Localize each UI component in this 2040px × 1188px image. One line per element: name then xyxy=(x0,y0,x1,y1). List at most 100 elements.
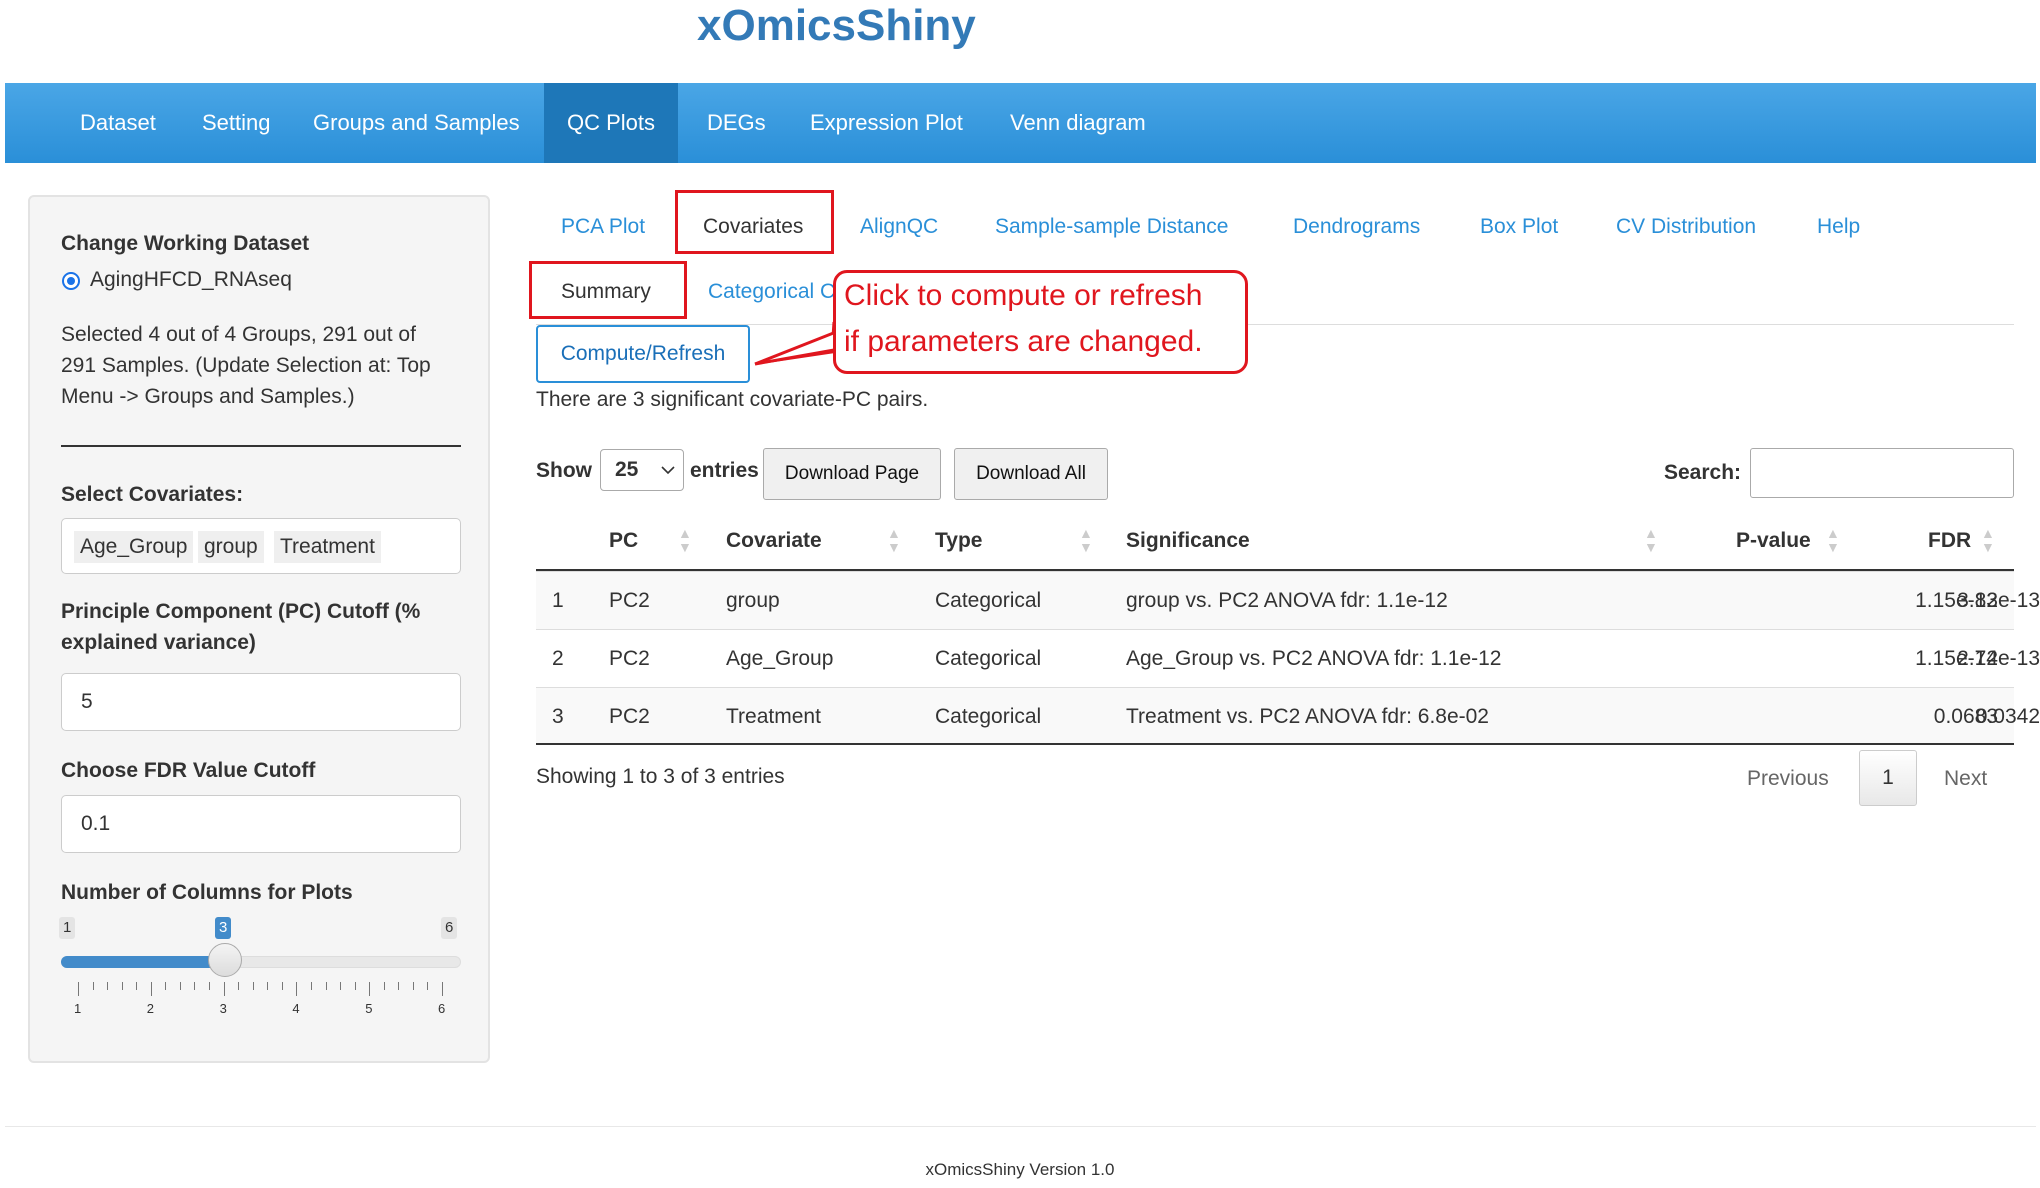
nav-item-degs[interactable]: DEGs xyxy=(684,83,789,163)
sort-icon: ▲ ▼ xyxy=(1826,525,1840,555)
cell-significance: group vs. PC2 ANOVA fdr: 1.1e-12 xyxy=(1126,589,1448,612)
slider-fill xyxy=(61,956,224,968)
tab-help[interactable]: Help xyxy=(1817,205,1860,249)
top-navbar: Dataset Setting Groups and Samples QC Pl… xyxy=(5,83,2036,163)
cell-significance: Treatment vs. PC2 ANOVA fdr: 6.8e-02 xyxy=(1126,705,1489,728)
slider-minor-tick xyxy=(179,982,181,990)
callout-box: Click to compute or refresh if parameter… xyxy=(833,270,1248,374)
tab-dendrograms[interactable]: Dendrograms xyxy=(1293,205,1420,249)
download-all-button[interactable]: Download All xyxy=(954,448,1108,500)
slider-minor-tick xyxy=(107,982,109,990)
pc-cutoff-label-line-1: Principle Component (PC) Cutoff (% xyxy=(61,600,421,623)
selection-info-line-3: Menu -> Groups and Samples.) xyxy=(61,385,355,408)
column-header-covariate[interactable]: Covariate xyxy=(726,521,822,561)
footer-divider xyxy=(5,1126,2036,1127)
table-footer-border xyxy=(536,743,2014,745)
compute-refresh-button[interactable]: Compute/Refresh xyxy=(536,325,750,383)
nav-item-expression-plot[interactable]: Expression Plot xyxy=(787,83,986,163)
pagination-page-1[interactable]: 1 xyxy=(1859,750,1917,806)
cell-fdr: 0.0683 xyxy=(1933,705,1998,728)
nav-item-qc-plots[interactable]: QC Plots xyxy=(544,83,679,163)
dataset-radio[interactable] xyxy=(62,272,80,290)
slider-min-label: 1 xyxy=(59,917,76,939)
slider-tick-label: 6 xyxy=(438,1001,446,1016)
covariate-chip-age-group[interactable]: Age_Group xyxy=(74,531,194,563)
download-page-button[interactable]: Download Page xyxy=(763,448,941,500)
sidebar-panel: Change Working Dataset AgingHFCD_RNAseq … xyxy=(28,195,490,1063)
entries-label: entries xyxy=(690,459,759,482)
fdr-cutoff-input[interactable]: 0.1 xyxy=(61,795,461,853)
slider-minor-tick xyxy=(121,982,123,990)
pagination-previous[interactable]: Previous xyxy=(1747,764,1829,794)
cell-covariate: Age_Group xyxy=(726,647,834,670)
cell-type: Categorical xyxy=(935,705,1042,728)
tab-summary[interactable]: Summary xyxy=(561,270,651,314)
cell-type: Categorical xyxy=(935,647,1042,670)
selection-info-line-1: Selected 4 out of 4 Groups, 291 out of xyxy=(61,323,416,346)
pagination-next[interactable]: Next xyxy=(1944,764,1987,794)
tab-covariates[interactable]: Covariates xyxy=(703,205,803,249)
sort-icon: ▲ ▼ xyxy=(1981,525,1995,555)
sort-icon: ▲ ▼ xyxy=(1644,525,1658,555)
nav-item-groups-and-samples[interactable]: Groups and Samples xyxy=(290,83,543,163)
slider-major-tick xyxy=(150,982,152,996)
search-label: Search: xyxy=(1664,461,1742,484)
slider-minor-tick xyxy=(354,982,356,990)
selection-info-line-2: 291 Samples. (Update Selection at: Top xyxy=(61,354,431,377)
tab-box-plot[interactable]: Box Plot xyxy=(1480,205,1558,249)
cell-pc: PC2 xyxy=(609,589,650,612)
chevron-down-icon xyxy=(661,466,675,475)
footer-version: xOmicsShiny Version 1.0 xyxy=(925,1160,1115,1179)
slider-minor-tick xyxy=(383,982,385,990)
covariates-label: Select Covariates: xyxy=(61,483,244,506)
column-header-p-value[interactable]: P-value xyxy=(1736,521,1811,561)
covariate-chip-treatment[interactable]: Treatment xyxy=(274,531,381,563)
column-header-type[interactable]: Type xyxy=(935,521,982,561)
slider-major-tick xyxy=(78,982,79,996)
table-row[interactable]: 2 PC2 Age_Group Categorical Age_Group vs… xyxy=(536,629,2040,687)
table-row[interactable]: 1 PC2 group Categorical group vs. PC2 AN… xyxy=(536,571,2040,629)
cell-fdr: 1.15e-12 xyxy=(1915,589,1998,612)
dataset-option-label[interactable]: AgingHFCD_RNAseq xyxy=(90,264,292,295)
tab-alignqc[interactable]: AlignQC xyxy=(860,205,938,249)
sort-icon: ▲ ▼ xyxy=(1079,525,1093,555)
slider-minor-tick xyxy=(209,982,211,990)
table-row[interactable]: 3 PC2 Treatment Categorical Treatment vs… xyxy=(536,687,2040,745)
cell-covariate: group xyxy=(726,589,780,612)
cell-pc: PC2 xyxy=(609,705,650,728)
page-length-value: 25 xyxy=(615,458,639,481)
nav-item-setting[interactable]: Setting xyxy=(179,83,294,163)
sort-icon: ▲ ▼ xyxy=(887,525,901,555)
row-index: 1 xyxy=(552,589,564,612)
callout-line-1: Click to compute or refresh xyxy=(844,279,1203,312)
table-info: Showing 1 to 3 of 3 entries xyxy=(536,765,785,788)
column-header-pc[interactable]: PC xyxy=(609,521,638,561)
slider-tick-label: 3 xyxy=(219,1001,227,1016)
summary-text: There are 3 significant covariate-PC pai… xyxy=(536,388,929,411)
nav-item-venn-diagram[interactable]: Venn diagram xyxy=(987,83,1169,163)
tab-pca-plot[interactable]: PCA Plot xyxy=(561,205,645,249)
slider-tick-label: 4 xyxy=(292,1001,300,1016)
column-header-significance[interactable]: Significance xyxy=(1126,521,1250,561)
slider-minor-tick xyxy=(412,982,414,990)
slider-minor-tick xyxy=(281,982,283,990)
slider-minor-tick xyxy=(310,982,312,990)
column-header-fdr[interactable]: FDR xyxy=(1928,521,1971,561)
tab-cv-distribution[interactable]: CV Distribution xyxy=(1616,205,1756,249)
slider-handle[interactable] xyxy=(208,943,242,977)
page-length-select[interactable]: 25 xyxy=(600,449,684,491)
row-index: 2 xyxy=(552,647,564,670)
sort-icon: ▲ ▼ xyxy=(678,525,692,555)
slider-minor-tick xyxy=(340,982,342,990)
tab-sample-sample-distance[interactable]: Sample-sample Distance xyxy=(995,205,1228,249)
nav-item-dataset[interactable]: Dataset xyxy=(57,83,179,163)
covariate-chip-group[interactable]: group xyxy=(198,531,264,563)
slider-minor-tick xyxy=(238,982,240,990)
slider-minor-tick xyxy=(194,982,196,990)
covariates-select[interactable]: Age_Group group Treatment xyxy=(61,518,461,574)
fdr-cutoff-label: Choose FDR Value Cutoff xyxy=(61,759,316,782)
slider-tick-label: 2 xyxy=(146,1001,155,1016)
search-input[interactable] xyxy=(1750,448,2014,498)
cell-fdr: 1.15e-12 xyxy=(1915,647,1998,670)
pc-cutoff-input[interactable]: 5 xyxy=(61,673,461,731)
